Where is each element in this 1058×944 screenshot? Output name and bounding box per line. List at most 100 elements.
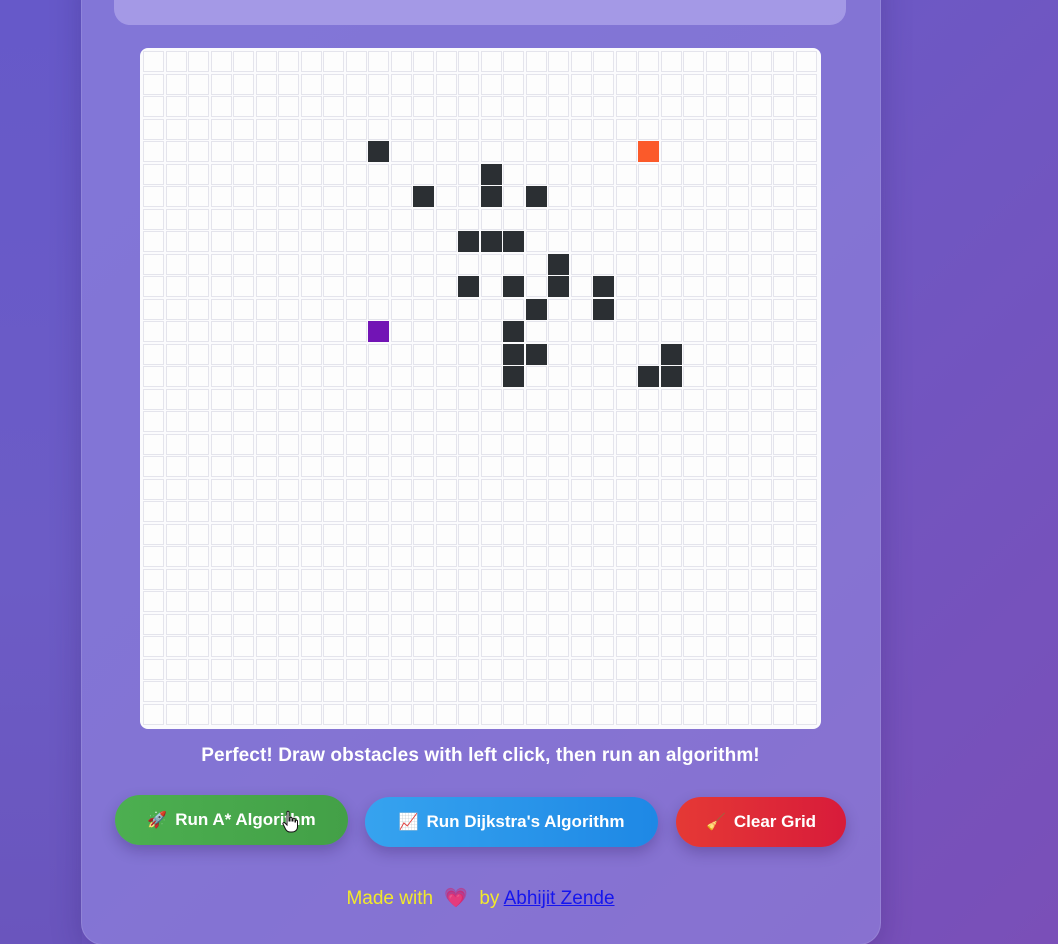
- grid-cell[interactable]: [795, 118, 817, 140]
- grid-cell[interactable]: [278, 456, 299, 477]
- grid-cell[interactable]: [458, 73, 479, 95]
- grid-cell[interactable]: [795, 478, 817, 500]
- grid-cell[interactable]: [210, 298, 232, 320]
- grid-cell[interactable]: [345, 73, 367, 95]
- grid-cell[interactable]: [300, 411, 322, 432]
- grid-cell[interactable]: [458, 681, 479, 702]
- grid-cell[interactable]: [480, 658, 502, 680]
- grid-cell[interactable]: [548, 568, 569, 590]
- grid-cell[interactable]: [683, 276, 704, 297]
- grid-cell[interactable]: [660, 523, 682, 545]
- grid-cell[interactable]: [750, 523, 772, 545]
- grid-cell[interactable]: [660, 636, 682, 657]
- grid-cell[interactable]: [795, 636, 817, 657]
- grid-cell[interactable]: [413, 73, 434, 95]
- grid-cell[interactable]: [165, 118, 187, 140]
- grid-cell[interactable]: [233, 73, 254, 95]
- grid-cell[interactable]: [210, 501, 232, 522]
- grid-cell[interactable]: [458, 456, 479, 477]
- grid-cell[interactable]: [368, 253, 389, 275]
- grid-cell[interactable]: [143, 298, 164, 320]
- grid-cell[interactable]: [660, 546, 682, 567]
- wall-cell[interactable]: [548, 253, 569, 275]
- grid-cell[interactable]: [165, 658, 187, 680]
- grid-cell[interactable]: [750, 658, 772, 680]
- grid-cell[interactable]: [570, 73, 592, 95]
- grid-cell[interactable]: [728, 501, 749, 522]
- grid-cell[interactable]: [368, 276, 389, 297]
- grid-cell[interactable]: [233, 501, 254, 522]
- grid-cell[interactable]: [390, 253, 412, 275]
- grid-cell[interactable]: [368, 456, 389, 477]
- grid-cell[interactable]: [548, 163, 569, 185]
- grid-cell[interactable]: [300, 703, 322, 725]
- grid-cell[interactable]: [728, 636, 749, 657]
- grid-cell[interactable]: [773, 163, 794, 185]
- grid-cell[interactable]: [390, 636, 412, 657]
- grid-cell[interactable]: [683, 366, 704, 387]
- grid-cell[interactable]: [188, 321, 209, 342]
- grid-cell[interactable]: [323, 591, 344, 612]
- grid-cell[interactable]: [188, 141, 209, 162]
- grid-cell[interactable]: [188, 681, 209, 702]
- grid-cell[interactable]: [300, 501, 322, 522]
- grid-cell[interactable]: [345, 433, 367, 455]
- wall-cell[interactable]: [525, 343, 547, 365]
- grid-cell[interactable]: [143, 208, 164, 230]
- grid-cell[interactable]: [255, 276, 277, 297]
- grid-cell[interactable]: [210, 141, 232, 162]
- grid-cell[interactable]: [548, 343, 569, 365]
- grid-cell[interactable]: [345, 253, 367, 275]
- grid-cell[interactable]: [255, 163, 277, 185]
- grid-cell[interactable]: [548, 208, 569, 230]
- grid-cell[interactable]: [795, 433, 817, 455]
- grid-cell[interactable]: [323, 411, 344, 432]
- grid-cell[interactable]: [165, 703, 187, 725]
- grid-cell[interactable]: [570, 501, 592, 522]
- grid-cell[interactable]: [593, 253, 614, 275]
- grid-cell[interactable]: [795, 591, 817, 612]
- grid-cell[interactable]: [660, 298, 682, 320]
- grid-cell[interactable]: [165, 478, 187, 500]
- grid-cell[interactable]: [638, 276, 659, 297]
- grid-cell[interactable]: [210, 703, 232, 725]
- grid-cell[interactable]: [705, 681, 727, 702]
- grid-cell[interactable]: [660, 163, 682, 185]
- grid-cell[interactable]: [615, 546, 637, 567]
- grid-cell[interactable]: [503, 388, 524, 410]
- grid-cell[interactable]: [525, 51, 547, 72]
- grid-cell[interactable]: [795, 208, 817, 230]
- grid-cell[interactable]: [525, 231, 547, 252]
- grid-cell[interactable]: [795, 231, 817, 252]
- grid-cell[interactable]: [525, 658, 547, 680]
- grid-cell[interactable]: [255, 321, 277, 342]
- grid-cell[interactable]: [705, 388, 727, 410]
- grid-cell[interactable]: [390, 276, 412, 297]
- grid-cell[interactable]: [300, 208, 322, 230]
- grid-cell[interactable]: [345, 388, 367, 410]
- grid-cell[interactable]: [345, 366, 367, 387]
- grid-cell[interactable]: [345, 51, 367, 72]
- grid-cell[interactable]: [188, 186, 209, 207]
- grid-cell[interactable]: [773, 636, 794, 657]
- grid-cell[interactable]: [773, 591, 794, 612]
- grid-cell[interactable]: [390, 591, 412, 612]
- grid-cell[interactable]: [458, 658, 479, 680]
- grid-cell[interactable]: [773, 51, 794, 72]
- grid-cell[interactable]: [165, 591, 187, 612]
- grid-cell[interactable]: [795, 253, 817, 275]
- grid-cell[interactable]: [278, 568, 299, 590]
- grid-cell[interactable]: [795, 546, 817, 567]
- grid-cell[interactable]: [435, 478, 457, 500]
- grid-cell[interactable]: [345, 96, 367, 117]
- grid-cell[interactable]: [435, 501, 457, 522]
- grid-cell[interactable]: [390, 501, 412, 522]
- grid-cell[interactable]: [143, 456, 164, 477]
- grid-cell[interactable]: [210, 636, 232, 657]
- grid-cell[interactable]: [728, 141, 749, 162]
- wall-cell[interactable]: [503, 231, 524, 252]
- grid-cell[interactable]: [210, 478, 232, 500]
- grid-cell[interactable]: [705, 658, 727, 680]
- grid-cell[interactable]: [638, 388, 659, 410]
- grid-cell[interactable]: [413, 658, 434, 680]
